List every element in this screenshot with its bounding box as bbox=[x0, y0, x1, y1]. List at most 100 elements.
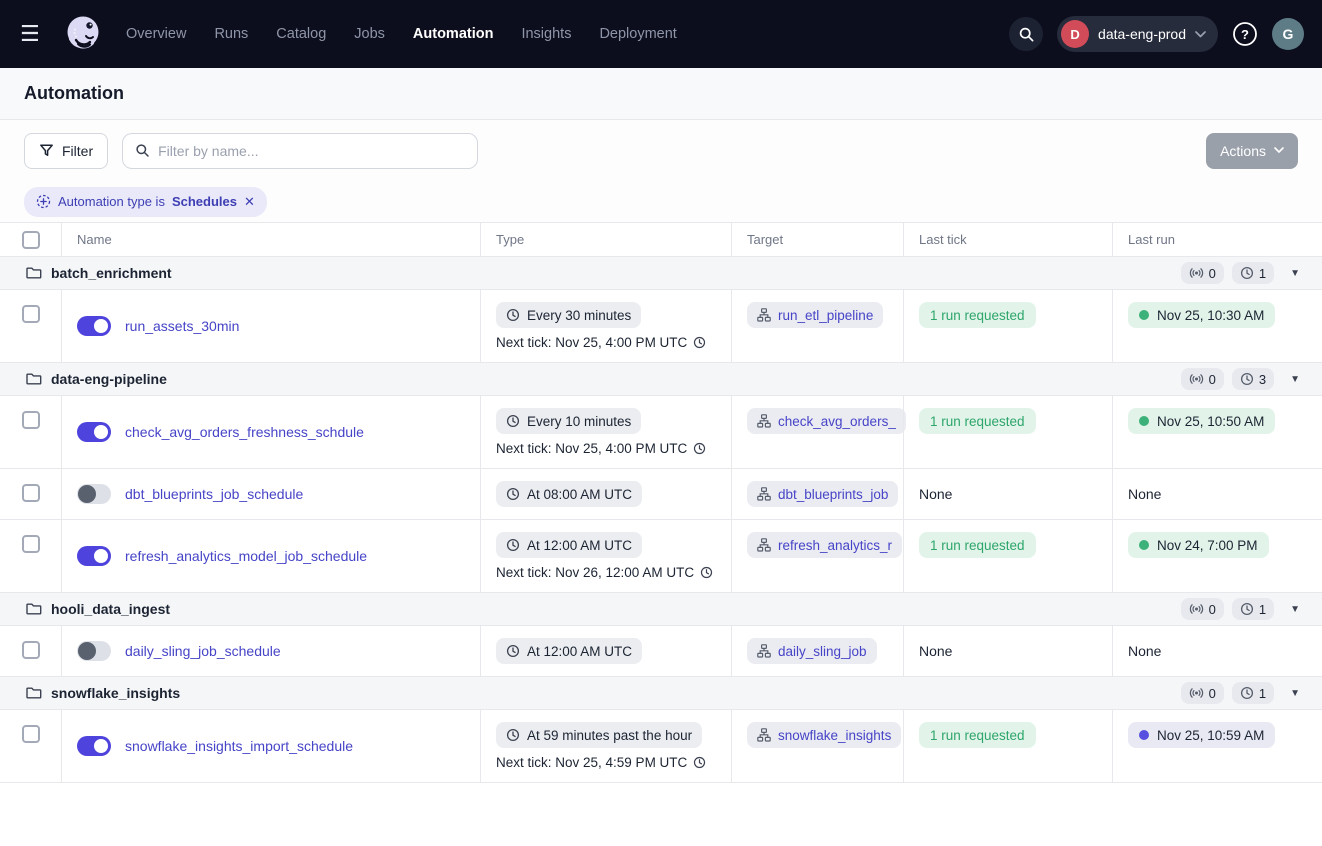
group-header-row[interactable]: hooli_data_ingest 0 1 ▼ bbox=[0, 593, 1322, 626]
enabled-toggle[interactable] bbox=[77, 422, 111, 442]
filter-button[interactable]: Filter bbox=[24, 133, 108, 169]
last-tick-badge[interactable]: 1 run requested bbox=[919, 408, 1036, 434]
collapse-caret-icon[interactable]: ▼ bbox=[1290, 268, 1300, 279]
last-run-badge[interactable]: None bbox=[1128, 481, 1161, 507]
nav-item-automation[interactable]: Automation bbox=[413, 26, 494, 42]
group-rows: daily_sling_job_schedule At 12:00 AM UTC… bbox=[0, 626, 1322, 677]
sensor-icon bbox=[1189, 266, 1204, 280]
run-status-dot bbox=[1139, 730, 1149, 740]
last-tick-cell: 1 run requested bbox=[903, 290, 1112, 362]
target-link[interactable]: dbt_blueprints_job bbox=[747, 481, 898, 507]
last-run-time: None bbox=[1128, 486, 1161, 502]
last-run-cell: None bbox=[1112, 626, 1322, 676]
nav-item-deployment[interactable]: Deployment bbox=[599, 26, 676, 42]
actions-button[interactable]: Actions bbox=[1206, 133, 1298, 169]
target-name: dbt_blueprints_job bbox=[778, 487, 888, 502]
target-cell: dbt_blueprints_job bbox=[731, 469, 903, 519]
automation-row: run_assets_30min Every 30 minutes Next t… bbox=[0, 290, 1322, 363]
next-tick: Next tick: Nov 26, 12:00 AM UTC bbox=[496, 565, 716, 580]
group-header-row[interactable]: batch_enrichment 0 1 ▼ bbox=[0, 257, 1322, 290]
last-tick-badge[interactable]: 1 run requested bbox=[919, 722, 1036, 748]
schedule-count: 1 bbox=[1259, 266, 1266, 281]
clock-icon bbox=[506, 414, 520, 428]
job-graph-icon bbox=[757, 644, 771, 658]
collapse-caret-icon[interactable]: ▼ bbox=[1290, 604, 1300, 615]
sensor-icon bbox=[1189, 686, 1204, 700]
search-button[interactable] bbox=[1009, 17, 1043, 51]
enabled-toggle[interactable] bbox=[77, 736, 111, 756]
target-link[interactable]: daily_sling_job bbox=[747, 638, 877, 664]
nav-item-overview[interactable]: Overview bbox=[126, 26, 186, 42]
automation-name-link[interactable]: snowflake_insights_import_schedule bbox=[125, 738, 353, 754]
group-header-row[interactable]: data-eng-pipeline 0 3 ▼ bbox=[0, 363, 1322, 396]
chevron-down-icon bbox=[1195, 31, 1206, 38]
enabled-toggle[interactable] bbox=[77, 641, 111, 661]
enabled-toggle[interactable] bbox=[77, 316, 111, 336]
automation-type-filter-chip[interactable]: Automation type is Schedules ✕ bbox=[24, 187, 267, 217]
clock-icon bbox=[506, 308, 520, 322]
last-run-badge[interactable]: Nov 25, 10:30 AM bbox=[1128, 302, 1275, 328]
schedule-badge: Every 10 minutes bbox=[496, 408, 641, 434]
help-button[interactable]: ? bbox=[1232, 21, 1258, 47]
menu-icon[interactable]: ☰ bbox=[20, 21, 50, 47]
schedule-text: At 12:00 AM UTC bbox=[527, 644, 632, 659]
last-run-badge[interactable]: Nov 25, 10:59 AM bbox=[1128, 722, 1275, 748]
last-tick-badge[interactable]: None bbox=[919, 638, 952, 664]
automations-table: Name Type Target Last tick Last run batc… bbox=[0, 222, 1322, 783]
nav-item-runs[interactable]: Runs bbox=[214, 26, 248, 42]
job-graph-icon bbox=[757, 728, 771, 742]
collapse-caret-icon[interactable]: ▼ bbox=[1290, 374, 1300, 385]
last-run-cell: Nov 25, 10:30 AM bbox=[1112, 290, 1322, 362]
last-run-badge[interactable]: Nov 24, 7:00 PM bbox=[1128, 532, 1269, 558]
row-checkbox[interactable] bbox=[22, 484, 40, 502]
automation-name-link[interactable]: check_avg_orders_freshness_schdule bbox=[125, 424, 364, 440]
clock-icon bbox=[693, 336, 706, 349]
select-all-checkbox[interactable] bbox=[22, 231, 40, 249]
last-tick-badge[interactable]: 1 run requested bbox=[919, 302, 1036, 328]
user-avatar[interactable]: G bbox=[1272, 18, 1304, 50]
nav-item-catalog[interactable]: Catalog bbox=[276, 26, 326, 42]
automation-row: snowflake_insights_import_schedule At 59… bbox=[0, 710, 1322, 783]
target-link[interactable]: check_avg_orders_ bbox=[747, 408, 906, 434]
deployment-selector[interactable]: D data-eng-prod bbox=[1057, 16, 1218, 52]
row-checkbox[interactable] bbox=[22, 305, 40, 323]
last-run-cell: Nov 25, 10:59 AM bbox=[1112, 710, 1322, 782]
automation-name-link[interactable]: dbt_blueprints_job_schedule bbox=[125, 486, 303, 502]
nav-items: Overview Runs Catalog Jobs Automation In… bbox=[126, 26, 677, 42]
last-run-time: None bbox=[1128, 643, 1161, 659]
target-link[interactable]: refresh_analytics_r bbox=[747, 532, 902, 558]
last-run-badge[interactable]: Nov 25, 10:50 AM bbox=[1128, 408, 1275, 434]
close-icon[interactable]: ✕ bbox=[244, 194, 255, 210]
row-checkbox[interactable] bbox=[22, 535, 40, 553]
automation-name-link[interactable]: daily_sling_job_schedule bbox=[125, 643, 281, 659]
schedule-count: 3 bbox=[1259, 372, 1266, 387]
last-run-badge[interactable]: None bbox=[1128, 638, 1161, 664]
name-filter-input[interactable] bbox=[158, 143, 465, 159]
enabled-toggle[interactable] bbox=[77, 546, 111, 566]
automation-name-link[interactable]: refresh_analytics_model_job_schedule bbox=[125, 548, 367, 564]
row-checkbox[interactable] bbox=[22, 725, 40, 743]
job-graph-icon bbox=[757, 308, 771, 322]
clock-icon bbox=[506, 728, 520, 742]
nav-item-insights[interactable]: Insights bbox=[521, 26, 571, 42]
enabled-toggle[interactable] bbox=[77, 484, 111, 504]
clock-icon bbox=[693, 442, 706, 455]
clock-icon bbox=[693, 756, 706, 769]
nav-item-jobs[interactable]: Jobs bbox=[354, 26, 385, 42]
automation-name-link[interactable]: run_assets_30min bbox=[125, 318, 239, 334]
last-tick-badge[interactable]: 1 run requested bbox=[919, 532, 1036, 558]
group-counts: 0 1 ▼ bbox=[1181, 598, 1300, 620]
group-section: snowflake_insights 0 1 ▼ bbox=[0, 677, 1322, 783]
last-tick-badge[interactable]: None bbox=[919, 481, 952, 507]
name-cell: dbt_blueprints_job_schedule bbox=[61, 469, 480, 519]
row-checkbox[interactable] bbox=[22, 411, 40, 429]
page-header: Automation bbox=[0, 68, 1322, 120]
schedule-badge: At 12:00 AM UTC bbox=[496, 532, 642, 558]
row-checkbox[interactable] bbox=[22, 641, 40, 659]
group-header-row[interactable]: snowflake_insights 0 1 ▼ bbox=[0, 677, 1322, 710]
search-icon bbox=[1018, 26, 1035, 43]
target-link[interactable]: run_etl_pipeline bbox=[747, 302, 883, 328]
collapse-caret-icon[interactable]: ▼ bbox=[1290, 688, 1300, 699]
group-name: batch_enrichment bbox=[51, 265, 172, 281]
target-link[interactable]: snowflake_insights bbox=[747, 722, 901, 748]
